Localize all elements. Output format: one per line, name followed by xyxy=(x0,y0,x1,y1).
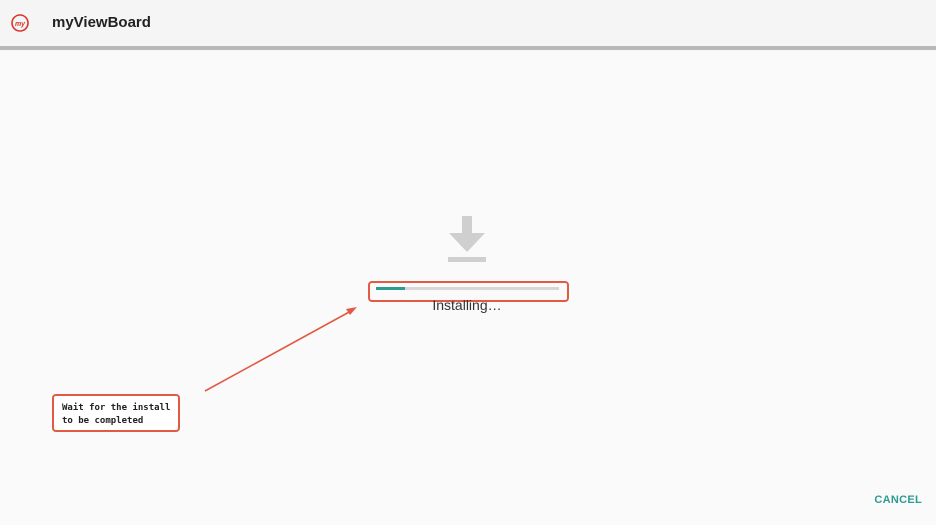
instruction-note-line-2: to be completed xyxy=(62,416,144,426)
install-status-text: Installing… xyxy=(432,297,502,313)
download-icon xyxy=(448,216,486,262)
logo-text: my xyxy=(15,21,26,28)
instruction-note-line-1: Wait for the install xyxy=(62,403,171,413)
myviewboard-logo-icon: my xyxy=(11,14,29,32)
app-title: myViewBoard xyxy=(52,14,151,31)
cancel-button[interactable]: CANCEL xyxy=(874,494,922,506)
app-bar-divider xyxy=(0,46,936,50)
app-bar: my myViewBoard xyxy=(0,0,936,50)
instruction-note: Wait for the install to be completed xyxy=(52,394,180,432)
